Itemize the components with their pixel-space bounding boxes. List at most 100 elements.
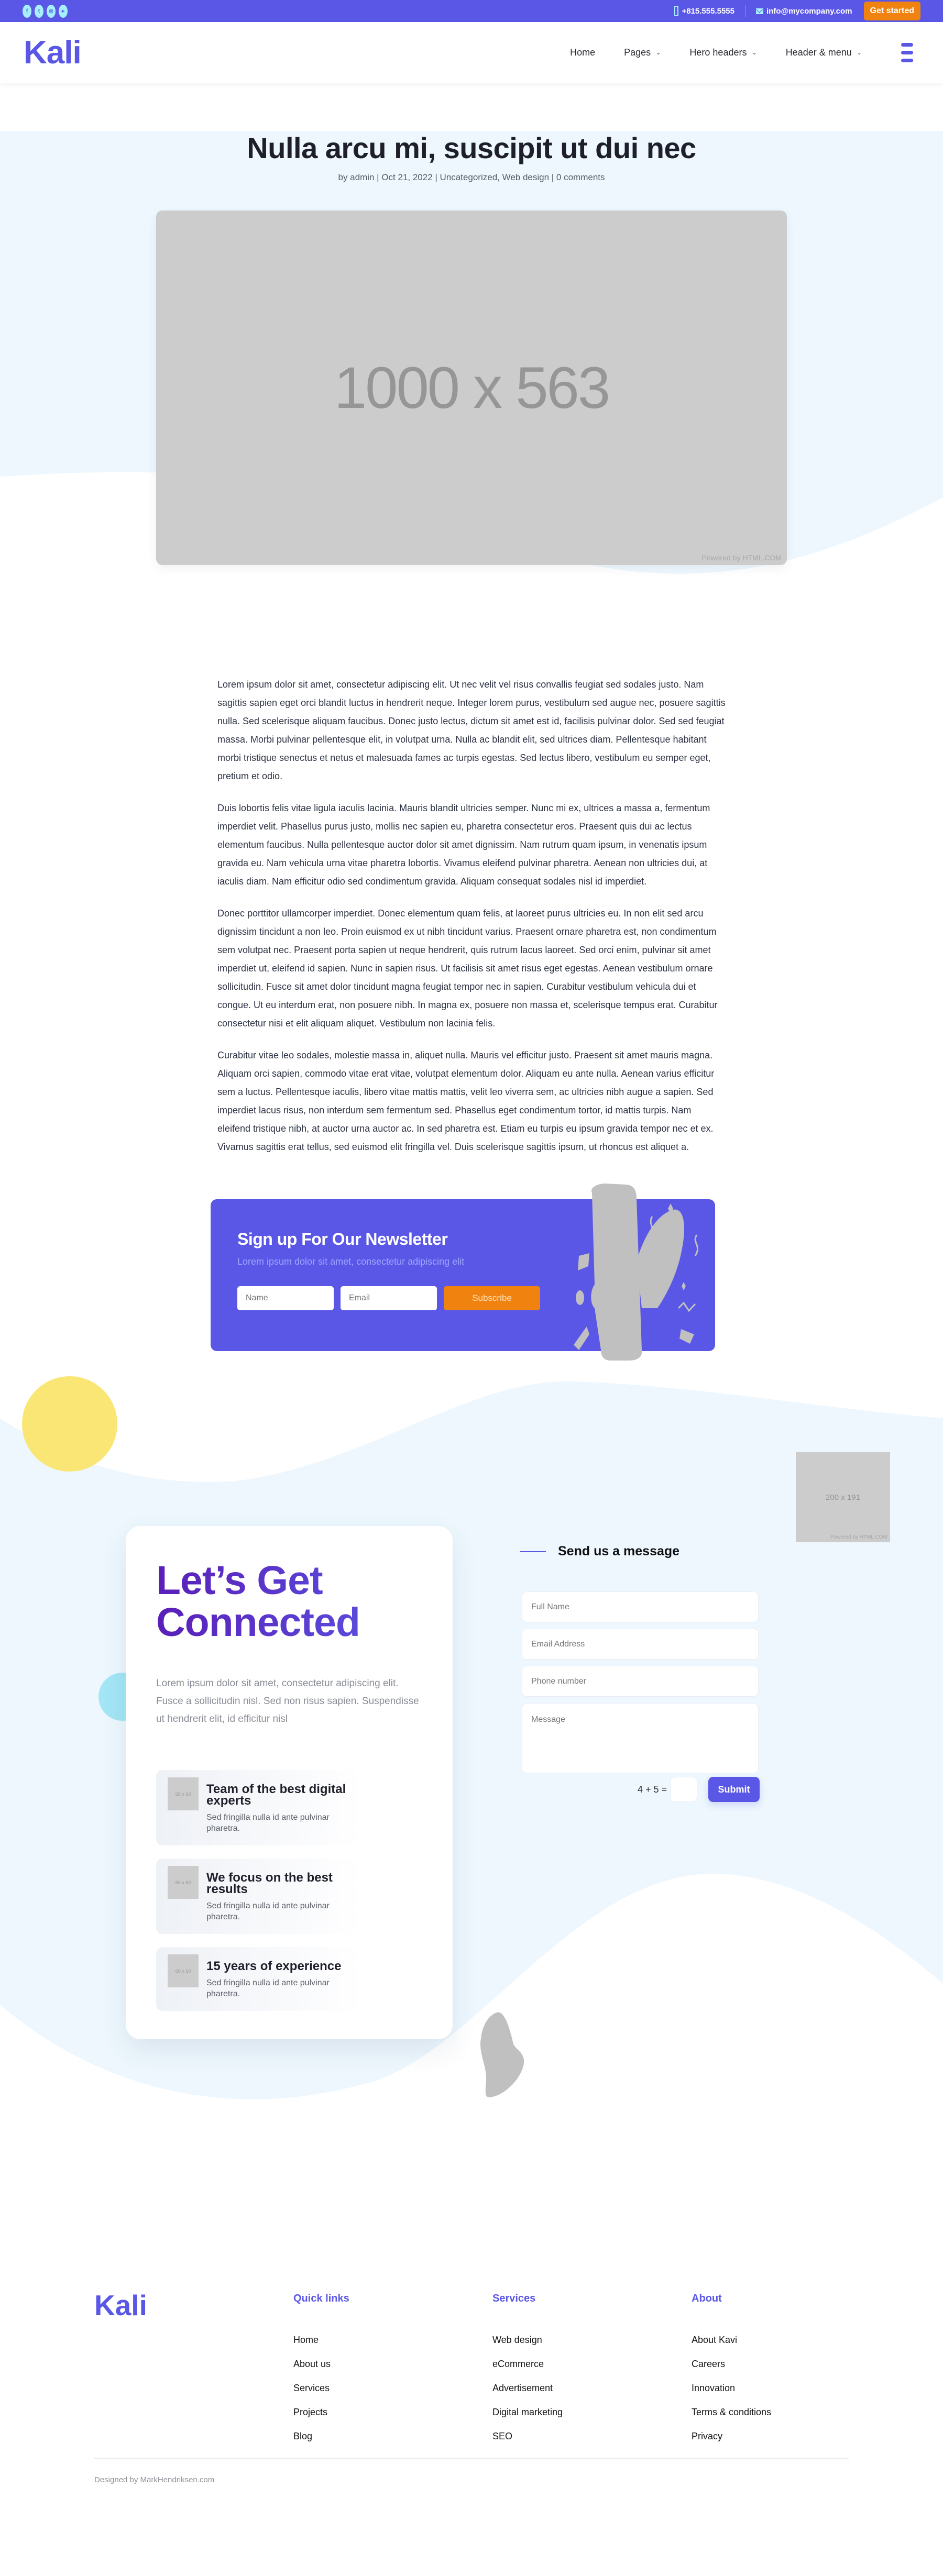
feature-item: 60 x 60 Team of the best digital experts… [156, 1770, 363, 1845]
footer-link[interactable]: Services [293, 2383, 492, 2394]
message-textarea[interactable] [522, 1703, 759, 1773]
footer-link[interactable]: Careers [692, 2359, 771, 2370]
contact-form: Send us a message 4 + 5 = Submit [520, 1544, 786, 1802]
nav-label: Hero headers [689, 47, 747, 58]
nav-item-home[interactable]: Home [570, 47, 595, 58]
post-body: Lorem ipsum dolor sit amet, consectetur … [217, 676, 726, 1156]
get-started-button[interactable]: Get started [863, 2, 920, 20]
form-footer: 4 + 5 = Submit [520, 1777, 760, 1802]
footer-link-list: About Kavi Careers Innovation Terms & co… [692, 2335, 771, 2442]
facebook-icon[interactable]: f [23, 4, 31, 18]
feature-title: Team of the best digital experts [206, 1782, 346, 1808]
feature-description: Sed fringilla nulla id ante pulvinar pha… [206, 1813, 330, 1833]
newsletter-illustration [574, 1184, 699, 1361]
contact-card: Let’s Get Connected Lorem ipsum dolor si… [126, 1526, 453, 2039]
footer-link[interactable]: About us [293, 2359, 492, 2370]
youtube-icon[interactable]: ▸ [59, 4, 68, 18]
nav-item-hero-headers[interactable]: Hero headers ⌄ [689, 47, 756, 58]
topbar-contact: +815.555.5555 info@mycompany.com Get sta… [674, 2, 920, 20]
phone-icon [674, 6, 679, 16]
site-footer: Kali Quick links Home About us Services … [0, 2240, 943, 2513]
powered-by-label: Powered by HTML.COM [830, 1534, 887, 1540]
hamburger-menu-icon[interactable] [901, 42, 913, 62]
newsletter-name-input[interactable] [237, 1286, 334, 1310]
feature-title: We focus on the best results [206, 1871, 333, 1896]
footer-link[interactable]: Blog [293, 2431, 492, 2442]
nav-label: Header & menu [785, 47, 852, 58]
feature-title: 15 years of experience [206, 1959, 342, 1973]
footer-link[interactable]: SEO [492, 2431, 692, 2442]
feature-image: 60 x 60 [168, 1866, 199, 1899]
footer-logo[interactable]: Kali [94, 2288, 293, 2455]
decorative-yellow-circle [22, 1376, 117, 1472]
newsletter-email-input[interactable] [341, 1286, 437, 1310]
featured-image: 1000 x 563 Powered by HTML.COM [156, 211, 787, 565]
form-title: Send us a message [558, 1544, 680, 1558]
footer-link-list: Web design eCommerce Advertisement Digit… [492, 2335, 692, 2442]
nav-label: Home [570, 47, 596, 58]
top-bar: f t ◎ ▸ +815.555.5555 info@mycompany.com… [0, 0, 943, 22]
footer-divider [94, 2458, 849, 2459]
chevron-down-icon: ⌄ [656, 49, 661, 56]
full-name-input[interactable] [522, 1591, 759, 1622]
feature-item: 60 x 60 15 years of experience Sed fring… [156, 1947, 363, 2011]
footer-heading: Quick links [293, 2293, 349, 2304]
feature-description: Sed fringilla nulla id ante pulvinar pha… [206, 1901, 330, 1921]
feature-item: 60 x 60 We focus on the best results Sed… [156, 1859, 363, 1934]
social-links: f t ◎ ▸ [23, 4, 68, 18]
subscribe-button[interactable]: Subscribe [444, 1286, 540, 1310]
decorative-image: 200 x 191 Powered by HTML.COM [796, 1452, 890, 1542]
site-header: Kali Home Pages ⌄ Hero headers ⌄ Header & … [0, 22, 943, 83]
footer-link[interactable]: Terms & conditions [692, 2407, 771, 2418]
captcha-question: 4 + 5 = [637, 1784, 667, 1795]
image-placeholder-label: 1000 x 563 [334, 355, 610, 421]
footer-link[interactable]: Digital marketing [492, 2407, 692, 2418]
chevron-down-icon: ⌄ [752, 49, 757, 56]
nav-label: Pages [624, 47, 651, 58]
footer-link[interactable]: Privacy [692, 2431, 771, 2442]
footer-link[interactable]: Advertisement [492, 2383, 692, 2394]
instagram-icon[interactable]: ◎ [47, 4, 56, 18]
mail-icon [755, 8, 763, 14]
footer-link-list: Home About us Services Projects Blog [293, 2335, 492, 2442]
paragraph: Donec porttitor ullamcorper imperdiet. D… [217, 908, 718, 1029]
footer-heading: About [692, 2293, 722, 2304]
feature-description: Sed fringilla nulla id ante pulvinar pha… [206, 1978, 330, 1998]
nav-item-pages[interactable]: Pages ⌄ [624, 47, 661, 58]
nav-item-header-menu[interactable]: Header & menu ⌄ [786, 47, 862, 58]
chevron-down-icon: ⌄ [857, 49, 862, 56]
footer-link[interactable]: Web design [492, 2335, 692, 2346]
post-meta: by admin | Oct 21, 2022 | Uncategorized,… [338, 172, 605, 182]
email-input[interactable] [522, 1629, 759, 1660]
footer-column-quick-links: Quick links Home About us Services Proje… [293, 2293, 492, 2455]
post-hero: Nulla arcu mi, suscipit ut dui nec by ad… [0, 131, 943, 676]
twitter-icon[interactable]: t [35, 4, 43, 18]
image-placeholder-label: 200 x 191 [826, 1492, 860, 1502]
footer-heading: Services [492, 2293, 536, 2304]
feature-image: 60 x 60 [168, 1954, 199, 1987]
phone-link[interactable]: +815.555.5555 [674, 6, 734, 16]
footer-link[interactable]: Projects [293, 2407, 492, 2418]
footer-link[interactable]: eCommerce [492, 2359, 692, 2370]
contact-section: 200 x 191 Powered by HTML.COM Let’s Get … [0, 1350, 943, 2240]
paragraph: Curabitur vitae leo sodales, molestie ma… [217, 1050, 715, 1152]
footer-columns: Kali Quick links Home About us Services … [94, 2289, 849, 2455]
paragraph: Duis lobortis felis vitae ligula iaculis… [217, 803, 710, 887]
footer-link[interactable]: Home [293, 2335, 492, 2346]
newsletter-section: Sign up For Our Newsletter Lorem ipsum d… [202, 1177, 741, 1361]
footer-link[interactable]: Innovation [692, 2383, 771, 2394]
email-link[interactable]: info@mycompany.com [755, 6, 852, 16]
phone-input[interactable] [522, 1666, 759, 1697]
logo[interactable]: Kali [24, 34, 82, 71]
submit-button[interactable]: Submit [708, 1777, 760, 1802]
captcha-input[interactable] [670, 1777, 697, 1802]
footer-column-services: Services Web design eCommerce Advertisem… [492, 2293, 692, 2455]
footer-link[interactable]: About Kavi [692, 2335, 771, 2346]
footer-column-about: About About Kavi Careers Innovation Term… [692, 2293, 771, 2455]
powered-by-label: Powered by HTML.COM [701, 554, 782, 562]
copyright: Designed by MarkHendriksen.com [94, 2475, 215, 2484]
decorative-bell-shape [480, 2012, 524, 2097]
email-address: info@mycompany.com [766, 6, 852, 16]
post-title: Nulla arcu mi, suscipit ut dui nec [247, 131, 696, 164]
contact-title: Let’s Get Connected [156, 1560, 422, 1643]
